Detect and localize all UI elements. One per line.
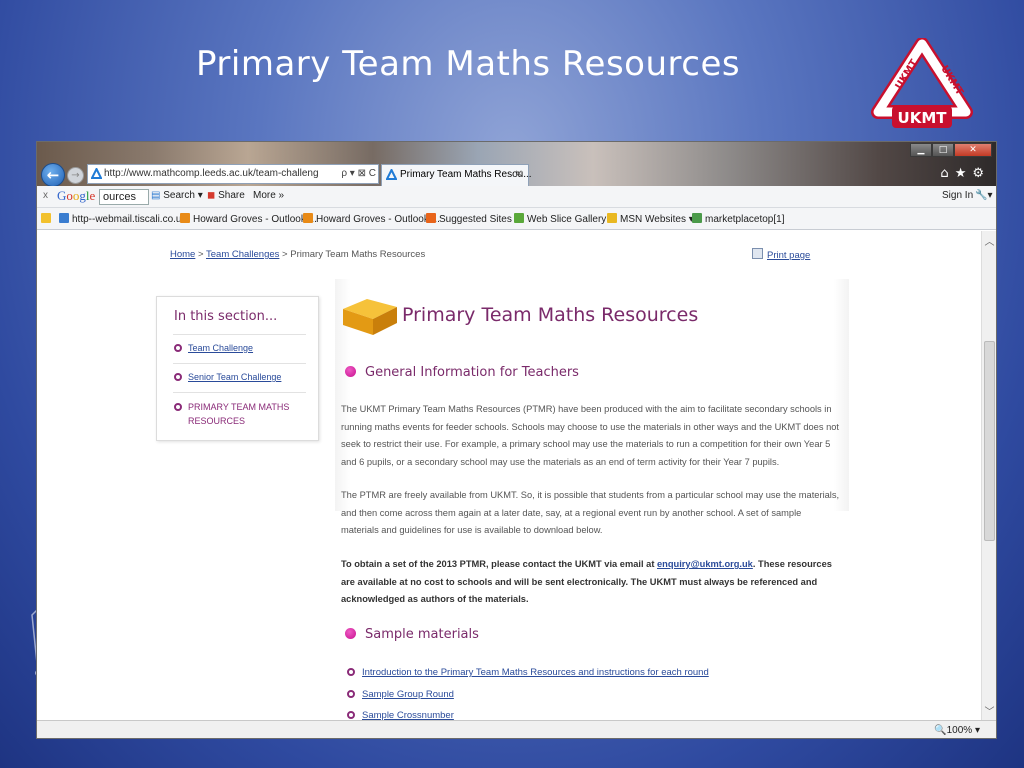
sample-link-introduction[interactable]: Introduction to the Primary Team Maths R… [347, 667, 709, 678]
ukmt-logo: UKMT UKMT UKMT [871, 38, 973, 128]
heading-bullet-icon [345, 366, 356, 377]
tab-favicon-icon [386, 169, 397, 180]
favorite-item[interactable]: Howard Groves - Outlook ... [303, 213, 440, 225]
search-dropdown-button[interactable]: ▤ Search ▾ [151, 190, 203, 201]
slide-title: Primary Team Maths Resources [196, 44, 741, 84]
bullet-icon [174, 403, 182, 411]
breadcrumb-team-link[interactable]: Team Challenges [206, 249, 279, 260]
favorites-star-icon[interactable]: ★ [955, 166, 973, 181]
share-button[interactable]: ◼ Share [207, 190, 245, 201]
section-item-senior-team-challenge[interactable]: Senior Team Challenge [174, 372, 281, 382]
browser-window: ▁ □ ✕ ← → http://www.mathcomp.leeds.ac.u… [36, 141, 997, 739]
settings-gear-icon[interactable]: ⚙ [972, 166, 990, 181]
bullet-icon [174, 344, 182, 352]
tab-close-icon[interactable]: ✕ [515, 165, 523, 185]
google-logo: Google [57, 188, 96, 203]
bullet-icon [347, 690, 355, 698]
section-nav-title: In this section... [174, 309, 278, 324]
section-item-team-challenge[interactable]: Team Challenge [174, 343, 253, 353]
zoom-control[interactable]: 🔍100% ▾ [934, 725, 980, 736]
browser-right-icons: ⌂★⚙ [940, 166, 990, 181]
heading-bullet-icon [345, 628, 356, 639]
favorite-item[interactable]: Howard Groves - Outlook ... [180, 213, 317, 225]
breadcrumb-home-link[interactable]: Home [170, 249, 195, 260]
toolbar-close-icon[interactable]: x [43, 190, 48, 201]
vertical-scrollbar[interactable]: ︿ ﹀ [981, 231, 996, 720]
web-page-content: Home > Team Challenges > Primary Team Ma… [37, 231, 982, 720]
favorite-item[interactable]: marketplacetop[1] [692, 213, 785, 225]
google-toolbar: x Google ources ▤ Search ▾ ◼ Share More … [37, 186, 996, 208]
home-icon[interactable]: ⌂ [940, 166, 954, 181]
address-bar[interactable]: http://www.mathcomp.leeds.ac.uk/team-cha… [87, 164, 379, 184]
browser-titlebar: ▁ □ ✕ ← → http://www.mathcomp.leeds.ac.u… [37, 142, 996, 187]
address-tools[interactable]: ρ ▾ ⊠ C [338, 165, 376, 183]
maximize-button[interactable]: □ [932, 143, 954, 157]
favorites-star-icon[interactable] [41, 213, 54, 225]
zoom-icon: 🔍 [934, 725, 947, 736]
general-info-heading: General Information for Teachers [345, 365, 579, 380]
address-url: http://www.mathcomp.leeds.ac.uk/team-cha… [104, 168, 319, 179]
favorites-bar: http--webmail.tiscali.co.u... Howard Gro… [37, 208, 996, 230]
scroll-down-icon[interactable]: ﹀ [982, 703, 996, 718]
print-page-link[interactable]: Print page [752, 248, 810, 261]
bullet-icon [347, 668, 355, 676]
favorite-item[interactable]: Web Slice Gallery ▾ [514, 213, 614, 225]
wrench-icon[interactable]: 🔧▾ [975, 190, 992, 201]
logo-text: UKMT [898, 109, 948, 127]
breadcrumb: Home > Team Challenges > Primary Team Ma… [170, 249, 426, 260]
breadcrumb-current: Primary Team Maths Resources [290, 249, 426, 260]
share-icon: ◼ [207, 190, 216, 201]
section-nav: In this section... Team Challenge Senior… [156, 296, 319, 441]
printer-icon [752, 248, 763, 259]
cube-icon [343, 299, 397, 335]
scroll-up-icon[interactable]: ︿ [982, 233, 996, 248]
favorite-item[interactable]: Suggested Sites ▾ [426, 213, 520, 225]
sign-in-link[interactable]: Sign In [942, 190, 973, 201]
google-search-input[interactable]: ources [99, 189, 149, 205]
email-link[interactable]: enquiry@ukmt.org.uk [657, 559, 753, 569]
sample-link-group-round[interactable]: Sample Group Round [347, 689, 454, 700]
bullet-icon [347, 711, 355, 719]
browser-tab[interactable]: Primary Team Maths Resou... ✕ [381, 164, 532, 186]
favorite-item[interactable]: http--webmail.tiscali.co.u... [59, 213, 190, 225]
bullet-icon [174, 373, 182, 381]
sample-materials-heading: Sample materials [345, 627, 479, 642]
more-button[interactable]: More » [253, 190, 284, 201]
status-bar: 🔍100% ▾ [37, 720, 996, 738]
search-icon: ▤ [151, 190, 161, 201]
scroll-thumb[interactable] [984, 341, 995, 541]
minimize-button[interactable]: ▁ [910, 143, 932, 157]
site-favicon-icon [91, 168, 102, 179]
contact-paragraph: To obtain a set of the 2013 PTMR, please… [341, 559, 832, 604]
tab-title: Primary Team Maths Resou... [400, 169, 532, 180]
page-heading: Primary Team Maths Resources [402, 304, 699, 326]
availability-paragraph: The PTMR are freely available from UKMT.… [341, 490, 840, 535]
favorite-item[interactable]: MSN Websites ▾ [607, 213, 694, 225]
intro-paragraph: The UKMT Primary Team Maths Resources (P… [341, 404, 839, 467]
back-button[interactable]: ← [41, 163, 65, 187]
section-item-primary-team-maths[interactable]: PRIMARY TEAM MATHS RESOURCES [174, 400, 289, 428]
forward-button[interactable]: → [67, 167, 84, 184]
sample-link-crossnumber[interactable]: Sample Crossnumber [347, 710, 454, 720]
close-window-button[interactable]: ✕ [954, 143, 992, 157]
window-controls: ▁ □ ✕ [910, 143, 992, 157]
